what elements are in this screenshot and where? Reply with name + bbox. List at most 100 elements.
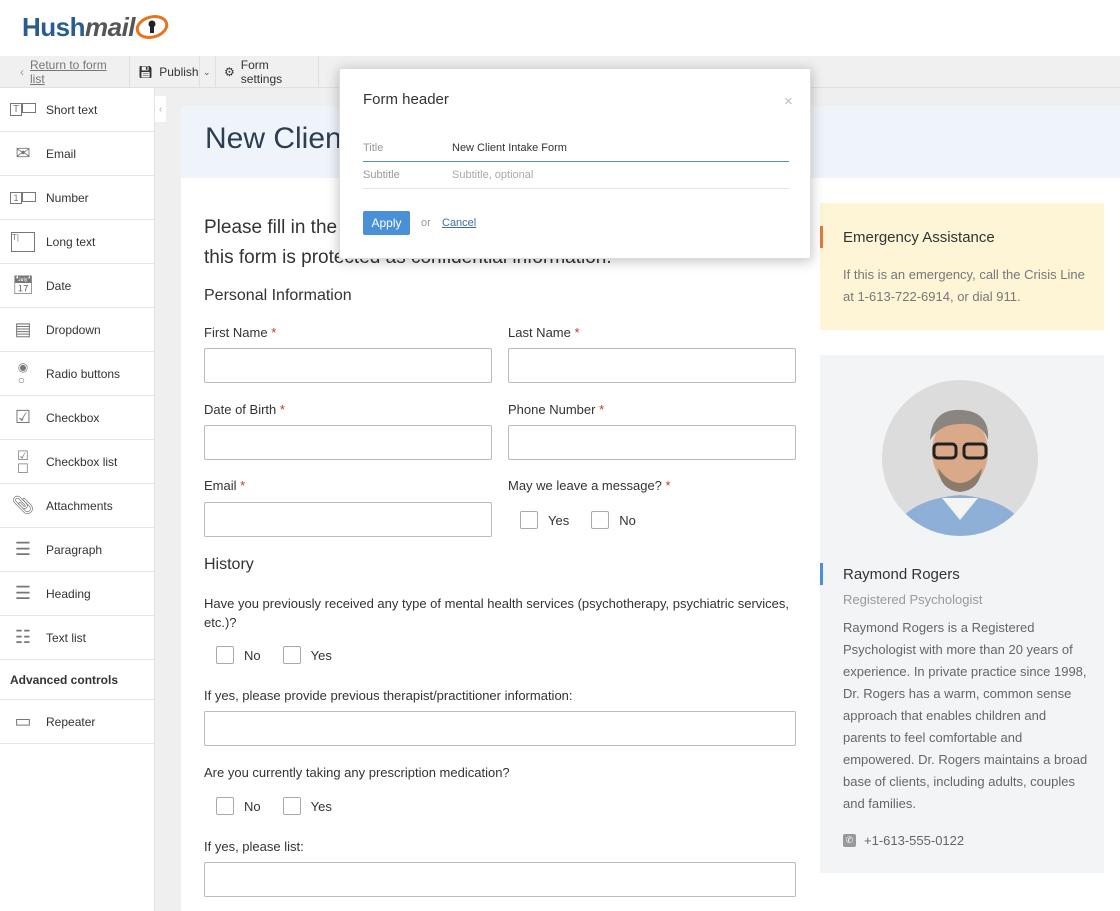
form-settings-label: Form settings — [240, 58, 283, 86]
palette-item-label: Repeater — [46, 714, 96, 729]
checkbox-icon: ☑ — [14, 407, 32, 427]
field-palette-sidebar: T Short text ✉ Email 1 Number T| Long text 📅︎ Dat… — [0, 88, 155, 911]
first-name-label: First Name * — [204, 325, 277, 340]
number-icon: 1 — [0, 191, 46, 204]
q-prior-services: Have you previously received any type of… — [204, 596, 790, 630]
palette-item-text-list[interactable]: ☷ Text list — [0, 616, 154, 660]
q-medication: Are you currently taking any prescriptio… — [204, 765, 510, 780]
practitioner-bio: Raymond Rogers is a Registered Psycholog… — [843, 620, 1088, 811]
repeater-icon: ▭ — [14, 711, 32, 731]
subtitle-input[interactable]: Subtitle, optional — [452, 169, 533, 181]
palette-item-number[interactable]: 1 Number — [0, 176, 154, 220]
palette-item-label: Number — [46, 190, 89, 205]
palette-item-short-text[interactable]: T Short text — [0, 88, 154, 132]
phone-icon: ✆ — [843, 834, 856, 847]
prior-no-checkbox[interactable]: No — [216, 646, 261, 664]
palette-item-label: Long text — [46, 234, 96, 249]
gear-icon: ⚙ — [224, 65, 235, 79]
medication-list-input[interactable] — [204, 862, 796, 897]
dob-input[interactable] — [204, 425, 492, 460]
email-input[interactable] — [204, 502, 492, 537]
message-label: May we leave a message? * — [508, 478, 671, 493]
short-text-icon: T — [0, 103, 46, 116]
collapse-sidebar-button[interactable]: ‹ — [155, 96, 166, 122]
return-link-text[interactable]: Return to form list — [30, 58, 121, 86]
palette-item-label: Radio buttons — [46, 366, 121, 381]
practitioner-role: Registered Psychologist — [843, 592, 983, 607]
dropdown-icon: ▤ — [14, 319, 32, 339]
dob-label: Date of Birth * — [204, 402, 285, 417]
cancel-link[interactable]: Cancel — [442, 217, 476, 229]
email-label: Email * — [204, 478, 246, 493]
practitioner-photo — [882, 380, 1038, 536]
paperclip-icon: 📎︎ — [11, 495, 35, 515]
or-text: or — [421, 217, 431, 229]
palette-item-label: Email — [46, 146, 77, 161]
app-header: Hushmail — [0, 0, 1120, 56]
radio-icon: ◉ ○ — [17, 359, 29, 387]
chevron-left-icon: ‹ — [20, 65, 24, 79]
palette-item-dropdown[interactable]: ▤ Dropdown — [0, 308, 154, 352]
long-text-icon: T| — [0, 231, 46, 252]
previous-therapist-input[interactable] — [204, 711, 796, 746]
message-no-checkbox[interactable]: No — [591, 511, 636, 529]
message-yes-checkbox[interactable]: Yes — [520, 511, 569, 529]
palette-item-label: Attachments — [46, 498, 113, 513]
last-name-input[interactable] — [508, 348, 796, 383]
publish-dropdown-chevron-icon[interactable]: ⌄ — [200, 56, 216, 88]
medication-yes-checkbox[interactable]: Yes — [282, 797, 332, 815]
first-name-input[interactable] — [204, 348, 492, 383]
palette-item-heading[interactable]: ☰ Heading — [0, 572, 154, 616]
palette-item-checkbox[interactable]: ☑ Checkbox — [0, 396, 154, 440]
return-to-form-list-link[interactable]: ‹ Return to form list — [12, 56, 130, 88]
palette-item-envelope[interactable]: ✉ Email — [0, 132, 154, 176]
palette-item-repeater[interactable]: ▭ Repeater — [0, 700, 154, 744]
title-input[interactable]: New Client Intake Form — [452, 142, 567, 154]
subtitle-label: Subtitle — [363, 169, 400, 181]
checkbox-list-icon: ☑ ☐ — [17, 447, 29, 476]
form-header-modal: Form header × Title New Client Intake Fo… — [339, 68, 811, 259]
heading-icon: ☰ — [14, 583, 32, 603]
prior-yes-checkbox[interactable]: Yes — [282, 646, 332, 664]
palette-item-label: Checkbox list — [46, 454, 118, 469]
modal-title: Form header — [363, 91, 449, 108]
practitioner-profile: Raymond Rogers Registered Psychologist R… — [820, 355, 1104, 873]
hushmail-logo[interactable]: Hushmail — [22, 12, 169, 43]
emergency-accent-bar — [820, 226, 823, 248]
form-settings-button[interactable]: ⚙ Form settings — [216, 56, 319, 88]
palette-item-long-text[interactable]: T| Long text — [0, 220, 154, 264]
palette-item-checkbox-list[interactable]: ☑ ☐ Checkbox list — [0, 440, 154, 484]
apply-button[interactable]: Apply — [363, 211, 410, 235]
text-list-icon: ☷ — [14, 627, 32, 647]
palette-item-label: Short text — [46, 102, 98, 117]
practitioner-phone[interactable]: ✆ +1-613-555-0122 — [843, 833, 964, 848]
save-icon: 💾︎ — [138, 65, 154, 79]
palette-item-paperclip[interactable]: 📎︎ Attachments — [0, 484, 154, 528]
emergency-title: Emergency Assistance — [843, 229, 995, 246]
profile-accent-bar — [820, 563, 823, 585]
last-name-label: Last Name * — [508, 325, 580, 340]
palette-item-radio[interactable]: ◉ ○ Radio buttons — [0, 352, 154, 396]
medication-no-checkbox[interactable]: No — [216, 797, 261, 815]
personal-info-heading: Personal Information — [204, 287, 352, 304]
emergency-panel: Emergency Assistance If this is an emerg… — [820, 203, 1104, 330]
emergency-text: If this is an emergency, call the Crisis… — [843, 267, 1085, 304]
phone-label: Phone Number * — [508, 402, 605, 417]
advanced-controls-heading: Advanced controls — [0, 660, 154, 700]
close-icon[interactable]: × — [784, 93, 793, 110]
envelope-icon: ✉ — [15, 143, 31, 163]
practitioner-name: Raymond Rogers — [843, 566, 960, 583]
q-previous-therapist: If yes, please provide previous therapis… — [204, 688, 573, 703]
palette-item-label: Paragraph — [46, 542, 103, 557]
palette-item-calendar[interactable]: 📅︎ Date — [0, 264, 154, 308]
palette-item-label: Date — [46, 278, 72, 293]
calendar-icon: 📅︎ — [11, 275, 35, 295]
palette-item-paragraph[interactable]: ☰ Paragraph — [0, 528, 154, 572]
phone-input[interactable] — [508, 425, 796, 460]
palette-item-label: Dropdown — [46, 322, 101, 337]
publish-label: Publish — [159, 65, 199, 79]
q-medication-list: If yes, please list: — [204, 839, 304, 854]
palette-item-label: Text list — [46, 630, 87, 645]
publish-button[interactable]: 💾︎ Publish — [130, 56, 200, 88]
paragraph-icon: ☰ — [14, 539, 32, 559]
